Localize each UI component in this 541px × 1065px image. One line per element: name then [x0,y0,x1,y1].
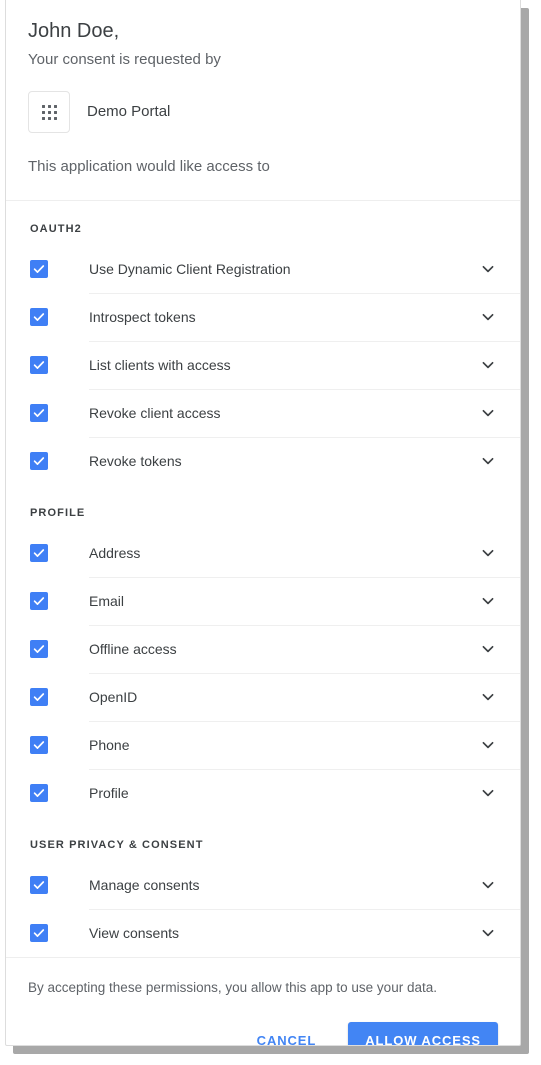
scope-sections: OAUTH2 Use Dynamic Client Registration Int… [6,201,520,957]
chevron-down-icon[interactable] [478,783,498,803]
scope-row[interactable]: Manage consents [6,861,520,909]
scope-checkbox[interactable] [30,736,48,754]
chevron-down-icon[interactable] [478,639,498,659]
scope-label: Offline access [89,641,177,657]
scope-label: Revoke tokens [89,453,182,469]
consent-request-line: Your consent is requested by [28,51,221,68]
scope-checkbox[interactable] [30,784,48,802]
scope-checkbox[interactable] [30,356,48,374]
scope-checkbox[interactable] [30,404,48,422]
scope-row[interactable]: List clients with access [6,341,520,389]
chevron-down-icon[interactable] [478,923,498,943]
chevron-down-icon[interactable] [478,735,498,755]
scope-checkbox[interactable] [30,308,48,326]
scope-row[interactable]: Address [6,529,520,577]
chevron-down-icon[interactable] [478,591,498,611]
chevron-down-icon[interactable] [478,355,498,375]
scope-section-title: OAUTH2 [30,223,82,235]
consent-dialog-card: John Doe, Your consent is requested by D… [5,0,521,1046]
scope-checkbox[interactable] [30,640,48,658]
scope-checkbox[interactable] [30,452,48,470]
scope-row[interactable]: View consents [6,909,520,957]
scope-label: Use Dynamic Client Registration [89,261,291,277]
app-name: Demo Portal [87,103,171,120]
chevron-down-icon[interactable] [478,403,498,423]
access-request-line: This application would like access to [28,158,270,175]
scope-label: Manage consents [89,877,200,893]
scope-row[interactable]: Revoke client access [6,389,520,437]
apps-grid-icon [41,104,57,120]
scope-row[interactable]: Email [6,577,520,625]
allow-access-button[interactable]: ALLOW ACCESS [348,1022,498,1045]
scope-label: Address [89,545,141,561]
scope-label: Profile [89,785,129,801]
scope-row[interactable]: Phone [6,721,520,769]
dialog-footer: By accepting these permissions, you allo… [6,958,520,1045]
scope-row[interactable]: Introspect tokens [6,293,520,341]
scope-row[interactable]: Revoke tokens [6,437,520,485]
app-icon-box [28,91,70,133]
requesting-app-row: Demo Portal [28,91,498,133]
scope-label: Phone [89,737,130,753]
scope-label: Revoke client access [89,405,221,421]
scope-checkbox[interactable] [30,592,48,610]
scope-label: Email [89,593,125,609]
chevron-down-icon[interactable] [478,259,498,279]
scope-checkbox[interactable] [30,688,48,706]
scope-label: OpenID [89,689,138,705]
chevron-down-icon[interactable] [478,451,498,471]
chevron-down-icon[interactable] [478,687,498,707]
scope-section-title: PROFILE [30,507,86,519]
scope-row[interactable]: OpenID [6,673,520,721]
scope-checkbox[interactable] [30,544,48,562]
scope-section-title: USER PRIVACY & CONSENT [30,839,204,851]
scope-row[interactable]: Profile [6,769,520,817]
screen: John Doe, Your consent is requested by D… [0,0,541,1065]
chevron-down-icon[interactable] [478,875,498,895]
chevron-down-icon[interactable] [478,307,498,327]
permissions-disclaimer: By accepting these permissions, you allo… [28,980,437,995]
scope-row[interactable]: Offline access [6,625,520,673]
scope-checkbox[interactable] [30,876,48,894]
dialog-header: John Doe, Your consent is requested by D… [6,0,520,200]
scope-label: List clients with access [89,357,231,373]
user-greeting-name: John Doe, [28,20,120,42]
scope-checkbox[interactable] [30,260,48,278]
scope-label: Introspect tokens [89,309,196,325]
scope-label: View consents [89,925,180,941]
chevron-down-icon[interactable] [478,543,498,563]
footer-actions: CANCEL ALLOW ACCESS [28,1022,498,1045]
cancel-button[interactable]: CANCEL [243,1023,331,1045]
scope-row[interactable]: Use Dynamic Client Registration [6,245,520,293]
scope-checkbox[interactable] [30,924,48,942]
